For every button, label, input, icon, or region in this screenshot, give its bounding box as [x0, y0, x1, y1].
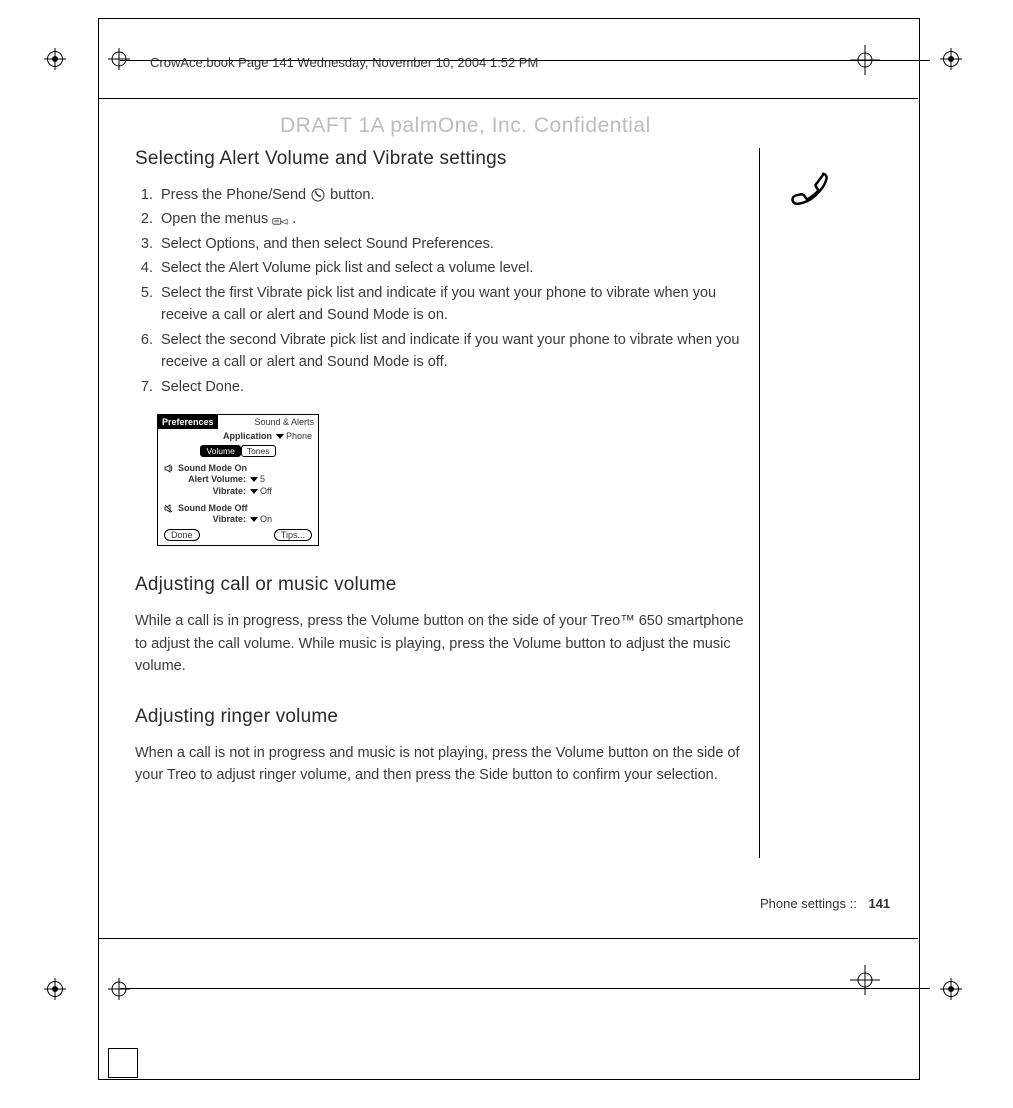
- crosshair-icon: [850, 965, 880, 1000]
- ss-application-label: Application: [223, 431, 272, 441]
- steps-list: Press the Phone/Send button. Open the me…: [135, 184, 755, 398]
- ss-application-picklist[interactable]: Phone: [276, 431, 312, 441]
- step-text: .: [292, 211, 296, 227]
- footer-label: Phone settings ::: [760, 896, 857, 911]
- crosshair-icon: [850, 45, 880, 80]
- margin-divider: [759, 148, 760, 858]
- phone-section-icon: [790, 168, 834, 216]
- ss-tab-volume[interactable]: Volume: [200, 445, 240, 457]
- registration-mark-icon: [940, 48, 962, 70]
- registration-mark-icon: [108, 978, 130, 1000]
- bleed-box: [108, 1048, 138, 1078]
- ss-done-button[interactable]: Done: [164, 529, 200, 541]
- ss-vibrate-label-2: Vibrate:: [164, 514, 246, 524]
- bottom-register-line: [120, 988, 930, 989]
- ss-vibrate-label: Vibrate:: [164, 486, 246, 496]
- ss-vibrate-off-picklist[interactable]: On: [250, 514, 272, 524]
- ss-title-left: Preferences: [158, 415, 218, 429]
- ss-alert-volume-value: 5: [260, 474, 265, 484]
- ss-tabs: Volume Tones: [158, 443, 318, 459]
- ss-sound-mode-off-row: Sound Mode Off: [158, 497, 318, 513]
- speaker-on-icon: [164, 464, 174, 473]
- content-top-rule: [98, 98, 918, 99]
- section-heading-ringer-volume: Adjusting ringer volume: [135, 706, 755, 728]
- step-text: button.: [330, 187, 374, 203]
- phone-send-icon: [310, 187, 326, 201]
- page-number: 141: [868, 896, 890, 911]
- page-footer: Phone settings :: 141: [760, 896, 890, 911]
- registration-mark-icon: [44, 978, 66, 1000]
- ss-tips-button[interactable]: Tips...: [274, 529, 312, 541]
- running-header: CrowAce.book Page 141 Wednesday, Novembe…: [150, 55, 538, 70]
- ss-footer: Done Tips...: [158, 525, 318, 545]
- content-bottom-rule: [98, 938, 918, 939]
- step-6: Select the second Vibrate pick list and …: [157, 329, 755, 374]
- step-1: Press the Phone/Send button.: [157, 184, 755, 206]
- step-5: Select the first Vibrate pick list and i…: [157, 282, 755, 327]
- ss-alert-volume-row: Alert Volume: 5: [158, 473, 318, 485]
- ss-alert-volume-picklist[interactable]: 5: [250, 474, 265, 484]
- ss-vibrate-off-value: On: [260, 514, 272, 524]
- step-text: Open the menus: [161, 211, 272, 227]
- ss-sound-mode-on-row: Sound Mode On: [158, 459, 318, 473]
- ss-sound-mode-off-label: Sound Mode Off: [178, 503, 248, 513]
- speaker-off-icon: [164, 504, 174, 513]
- registration-mark-icon: [108, 48, 130, 70]
- ss-vibrate-on-value: Off: [260, 486, 272, 496]
- ss-alert-volume-label: Alert Volume:: [164, 474, 246, 484]
- ss-titlebar: Preferences Sound & Alerts: [158, 415, 318, 429]
- step-4: Select the Alert Volume pick list and se…: [157, 257, 755, 279]
- ss-application-row: Application Phone: [158, 429, 318, 443]
- ss-vibrate-off-row: Vibrate: On: [158, 513, 318, 525]
- palm-preferences-screenshot: Preferences Sound & Alerts Application P…: [157, 414, 319, 546]
- draft-watermark: DRAFT 1A palmOne, Inc. Confidential: [280, 114, 651, 138]
- step-7: Select Done.: [157, 376, 755, 398]
- section-heading-alert-volume: Selecting Alert Volume and Vibrate setti…: [135, 148, 755, 170]
- ss-sound-mode-on-label: Sound Mode On: [178, 463, 247, 473]
- step-2: Open the menus .: [157, 208, 755, 230]
- ss-vibrate-on-picklist[interactable]: Off: [250, 486, 272, 496]
- step-3: Select Options, and then select Sound Pr…: [157, 233, 755, 255]
- ss-vibrate-on-row: Vibrate: Off: [158, 485, 318, 497]
- ss-application-value: Phone: [286, 431, 312, 441]
- ss-tab-tones[interactable]: Tones: [241, 445, 276, 457]
- step-text: Press the Phone/Send: [161, 187, 310, 203]
- registration-mark-icon: [940, 978, 962, 1000]
- ss-title-right: Sound & Alerts: [250, 415, 318, 429]
- section-body-ringer-volume: When a call is not in progress and music…: [135, 742, 755, 787]
- registration-mark-icon: [44, 48, 66, 70]
- section-heading-call-volume: Adjusting call or music volume: [135, 574, 755, 596]
- main-content: Selecting Alert Volume and Vibrate setti…: [135, 148, 755, 787]
- menu-icon: [272, 211, 288, 225]
- section-body-call-volume: While a call is in progress, press the V…: [135, 610, 755, 677]
